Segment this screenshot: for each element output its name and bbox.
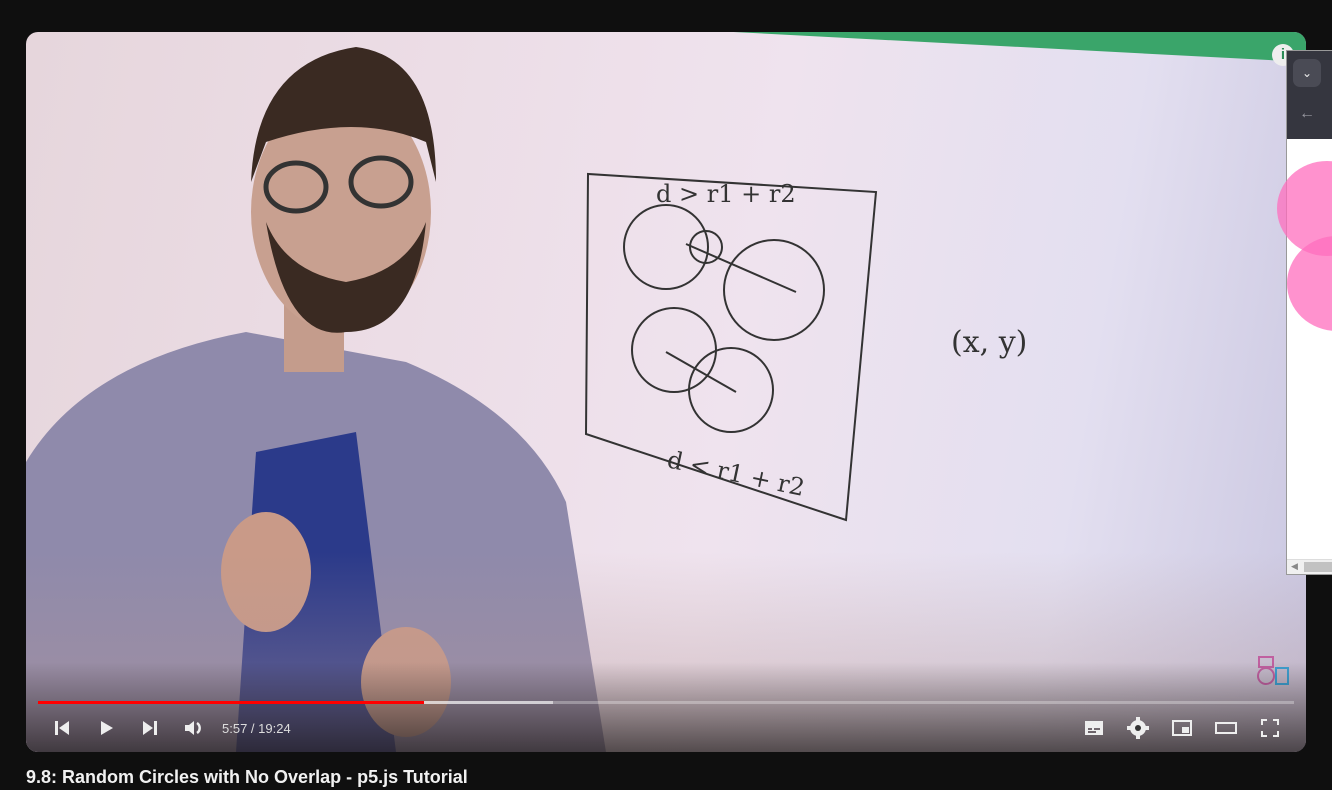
subtitles-button[interactable] [1072, 706, 1116, 750]
tab-dropdown-icon[interactable]: ⌄ [1293, 59, 1321, 87]
fullscreen-icon [1261, 719, 1279, 737]
play-button[interactable] [84, 706, 128, 750]
scrollbar-thumb[interactable] [1304, 562, 1332, 572]
theater-icon [1215, 722, 1237, 734]
previous-icon [55, 721, 69, 735]
next-button[interactable] [128, 706, 172, 750]
settings-icon [1127, 717, 1149, 739]
horizontal-scrollbar[interactable]: ◀ [1287, 559, 1332, 574]
settings-button[interactable] [1116, 706, 1160, 750]
previous-button[interactable] [40, 706, 84, 750]
video-player[interactable]: d > r1 + r2 d < r1 + r2 (x, y) i 5:57 / … [26, 32, 1306, 752]
background-wall [606, 32, 1306, 62]
pink-circle [1287, 236, 1332, 331]
coordinate-label: (x, y) [951, 325, 1027, 360]
subtitles-icon [1085, 721, 1103, 735]
formula-bottom: d < r1 + r2 [665, 445, 807, 501]
theater-mode-button[interactable] [1204, 706, 1248, 750]
back-arrow-icon[interactable]: ← [1299, 105, 1315, 123]
browser-popup-window[interactable]: ⌄ ← ◀ [1277, 50, 1332, 575]
mute-button[interactable] [172, 706, 216, 750]
next-icon [143, 721, 157, 735]
miniplayer-icon [1172, 720, 1192, 736]
miniplayer-button[interactable] [1160, 706, 1204, 750]
formula-top: d > r1 + r2 [656, 180, 796, 208]
fullscreen-button[interactable] [1248, 706, 1292, 750]
volume-icon [185, 721, 201, 735]
video-title: 9.8: Random Circles with No Overlap - p5… [26, 767, 468, 787]
scroll-left-icon[interactable]: ◀ [1291, 561, 1298, 572]
play-icon [101, 721, 113, 735]
time-display: 5:57 / 19:24 [222, 720, 291, 736]
control-bar: 5:57 / 19:24 [26, 704, 1306, 752]
